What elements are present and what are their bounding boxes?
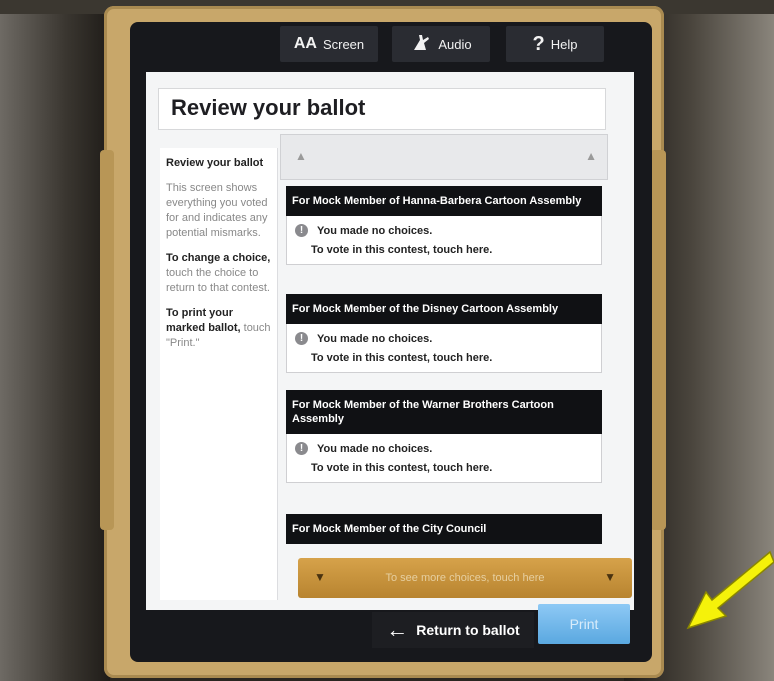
contest-body[interactable]: ! You made no choices. To vote in this c… (286, 216, 602, 265)
change-choice-strong: To change a choice, (166, 252, 271, 264)
contest-card-city-council[interactable]: For Mock Member of the City Council (286, 514, 602, 544)
audio-label: Audio (438, 36, 472, 52)
instructions-text-2: To change a choice, touch the choice to … (166, 251, 271, 296)
frame-side-right (650, 150, 666, 530)
contest-card-warner-brothers[interactable]: For Mock Member of the Warner Brothers C… (286, 390, 602, 483)
print-label: Print (569, 616, 599, 632)
contest-title: For Mock Member of Hanna-Barbera Cartoon… (286, 186, 602, 216)
contest-title: For Mock Member of the Warner Brothers C… (286, 390, 602, 434)
help-button[interactable]: ? Help (506, 26, 604, 62)
background-left (0, 0, 110, 681)
contest-card-disney[interactable]: For Mock Member of the Disney Cartoon As… (286, 294, 602, 373)
yellow-arrow-annotation (686, 550, 774, 630)
chevron-down-icon-right: ▼ (604, 570, 616, 584)
contest-title: For Mock Member of the City Council (286, 514, 602, 544)
contest-title: For Mock Member of the Disney Cartoon As… (286, 294, 602, 324)
instructions-text-1: This screen shows everything you voted f… (166, 182, 268, 239)
page-title: Review your ballot (171, 95, 366, 120)
contest-list: For Mock Member of Hanna-Barbera Cartoon… (286, 184, 602, 554)
contest-body[interactable]: ! You made no choices. To vote in this c… (286, 324, 602, 373)
info-icon: ! (295, 442, 308, 455)
question-mark-icon: ? (532, 32, 545, 55)
print-button[interactable]: Print (538, 604, 630, 644)
vote-contest-link[interactable]: To vote in this contest, touch here. (311, 352, 492, 364)
info-icon: ! (295, 224, 308, 237)
scroll-up-button[interactable]: ▲ ▲ (280, 134, 608, 180)
return-label: Return to ballot (416, 622, 520, 638)
return-to-ballot-button[interactable]: ← Return to ballot (372, 612, 534, 648)
audio-settings-button[interactable]: Audio (392, 26, 490, 62)
contest-body[interactable]: ! You made no choices. To vote in this c… (286, 434, 602, 483)
arrow-left-icon: ← (386, 617, 409, 642)
chevron-up-icon-right: ▲ (585, 149, 597, 163)
screen-label: Screen (322, 36, 365, 52)
no-choice-status: You made no choices. (317, 333, 433, 345)
instructions-heading: Review your ballot (166, 157, 264, 169)
chevron-down-icon: ▼ (314, 570, 326, 584)
no-choice-status: You made no choices. (317, 443, 433, 455)
vote-contest-link[interactable]: To vote in this contest, touch here. (311, 244, 492, 256)
info-icon: ! (295, 332, 308, 345)
more-choices-label: To see more choices, touch here (385, 572, 545, 584)
more-choices-button[interactable]: ▼ To see more choices, touch here ▼ (298, 558, 632, 598)
screen-settings-button[interactable]: AA Screen (280, 26, 378, 62)
vote-contest-link[interactable]: To vote in this contest, touch here. (311, 462, 492, 474)
no-choice-status: You made no choices. (317, 225, 433, 237)
contest-card-hanna-barbera[interactable]: For Mock Member of Hanna-Barbera Cartoon… (286, 186, 602, 265)
frame-side-left (100, 150, 114, 530)
change-choice-rest: touch the choice to return to that conte… (166, 267, 270, 294)
help-label: Help (550, 36, 578, 52)
instructions-panel: Review your ballot This screen shows eve… (160, 148, 278, 600)
instructions-text-3: To print your marked ballot, touch "Prin… (166, 306, 271, 351)
print-strong: To print your marked ballot, (166, 307, 241, 334)
audio-gesture-icon (410, 32, 432, 57)
text-size-icon: AA (293, 35, 317, 52)
title-bar: Review your ballot (158, 88, 606, 130)
chevron-up-icon: ▲ (295, 149, 307, 163)
